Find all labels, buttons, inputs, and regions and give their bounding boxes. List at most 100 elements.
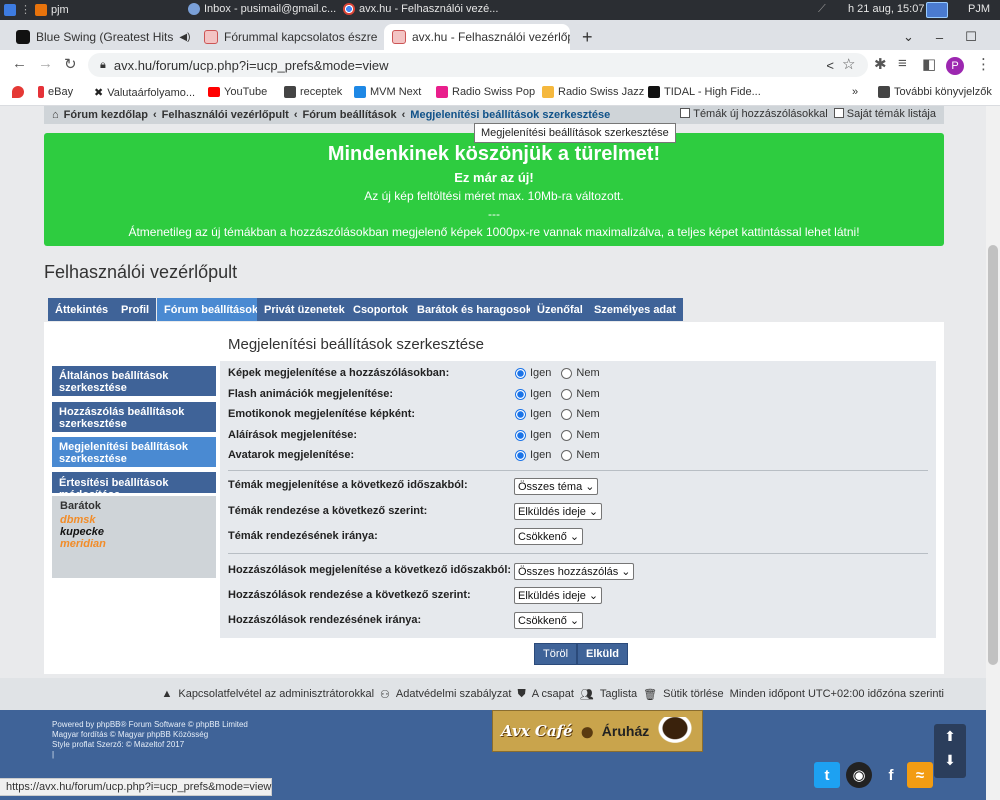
tab-groups[interactable]: Csoportok <box>346 298 415 321</box>
new-tab-button[interactable]: + <box>574 24 601 50</box>
mute-icon[interactable]: ⟋ <box>818 3 826 16</box>
reset-button[interactable]: Töröl <box>534 643 578 665</box>
maps-icon[interactable] <box>12 86 24 98</box>
friend-link[interactable]: kupecke <box>60 526 208 538</box>
tab-forum-feedback[interactable]: Fórummal kapcsolatos észre ✕ <box>196 24 382 50</box>
chevron-down-icon: ⌄ <box>588 506 599 518</box>
menu-icon <box>4 3 16 16</box>
bookmark-ebay[interactable]: eBay <box>38 86 73 98</box>
friend-link[interactable]: meridian <box>60 538 208 550</box>
topic-days-select[interactable]: Összes téma ⌄ <box>514 478 599 495</box>
tab-friends-foes[interactable]: Barátok és haragosok <box>410 298 539 321</box>
bookmark-receptek[interactable]: receptek <box>284 86 342 98</box>
breadcrumb-home[interactable]: Fórum kezdőlap <box>64 109 148 121</box>
profile-avatar[interactable]: P <box>946 57 964 75</box>
maximize-icon[interactable]: ☐ <box>965 29 977 45</box>
radio-yes[interactable] <box>515 408 526 420</box>
footer-link-team[interactable]: A csapat <box>532 688 574 700</box>
chevron-down-icon: ⌄ <box>585 481 595 493</box>
breadcrumb-forum-settings[interactable]: Fórum beállítások <box>302 109 396 121</box>
os-user[interactable]: PJM <box>968 3 990 15</box>
radio-no[interactable] <box>561 408 573 420</box>
bookmark-other[interactable]: További könyvjelzők <box>878 86 992 98</box>
bookmark-swiss-pop[interactable]: Radio Swiss Pop <box>436 86 535 98</box>
radio-yes[interactable] <box>515 429 526 441</box>
radio-no[interactable] <box>561 367 573 379</box>
mvm-icon <box>354 86 366 98</box>
scroll-down-icon[interactable]: ⬇ <box>934 748 966 772</box>
bookmark-youtube[interactable]: YouTube <box>208 86 267 98</box>
radio-yes[interactable] <box>515 367 526 379</box>
footer-link-privacy[interactable]: Adatvédelmi szabályzat <box>396 688 512 700</box>
friend-link[interactable]: dbmsk <box>60 514 208 526</box>
tab-search-icon[interactable]: ⌄ <box>903 29 914 45</box>
radio-no[interactable] <box>561 388 573 400</box>
os-window-chrome[interactable]: avx.hu - Felhasználói vezé... <box>343 3 498 15</box>
tab-personal-data[interactable]: Személyes adat <box>587 298 683 321</box>
address-bar[interactable]: 🔒︎ avx.hu/forum/ucp.php?i=ucp_prefs&mode… <box>88 53 868 77</box>
breadcrumb-ucp[interactable]: Felhasználói vezérlőpult <box>162 109 289 121</box>
scroll-up-icon[interactable]: ⬆ <box>934 724 966 748</box>
os-clock[interactable]: h 21 aug, 15:07 <box>848 3 924 15</box>
bookmarks-overflow[interactable]: » <box>852 86 858 98</box>
forward-icon[interactable]: → <box>38 55 53 72</box>
sidebar-item-notifications[interactable]: Értesítési beállítások módosítása <box>52 472 216 501</box>
post-direction-select[interactable]: Csökkenő ⌄ <box>514 612 584 629</box>
topic-sort-select[interactable]: Elküldés ideje ⌄ <box>514 503 603 520</box>
rss-icon[interactable]: ≈ <box>907 762 933 788</box>
topic-direction-select[interactable]: Csökkenő ⌄ <box>514 528 584 545</box>
cafe-shop-banner[interactable]: Avx Café ● Áruház <box>492 710 703 752</box>
bookmark-star-icon[interactable]: ☆ <box>842 55 855 73</box>
extensions-icon[interactable]: ✱ <box>874 55 887 73</box>
github-icon[interactable]: ◉ <box>846 762 872 788</box>
sidebar-item-posting[interactable]: Hozzászólás beállítások szerkesztése <box>52 402 216 432</box>
post-days-select[interactable]: Összes hozzászólás ⌄ <box>514 563 635 580</box>
media-icon[interactable]: ≡ <box>898 55 907 72</box>
tab-avx-ucp[interactable]: avx.hu - Felhasználói vezérlőp ✕ <box>384 24 570 50</box>
speaker-icon[interactable]: ◀) <box>179 32 190 43</box>
setting-label: Hozzászólások megjelenítése a következő … <box>228 564 512 576</box>
minimize-icon[interactable]: – <box>936 30 943 45</box>
setting-label: Témák rendezése a következő szerint: <box>228 505 428 517</box>
tab-overview[interactable]: Áttekintés <box>48 298 116 321</box>
submit-button[interactable]: Elküld <box>577 643 629 665</box>
scrollbar-thumb[interactable] <box>988 245 998 665</box>
tab-blue-swing[interactable]: Blue Swing (Greatest Hits ◀) ✕ <box>8 24 194 50</box>
tab-profile[interactable]: Profil <box>114 298 157 321</box>
bookmark-mvm[interactable]: MVM Next <box>354 86 421 98</box>
sidebar-item-general[interactable]: Általános beállítások szerkesztése <box>52 366 216 396</box>
menu-kebab-icon[interactable]: ⋮ <box>976 55 991 73</box>
link-own-topics[interactable]: Saját témák listája <box>833 108 936 120</box>
credit-line: | <box>52 750 55 759</box>
breadcrumb-current[interactable]: Megjelenítési beállítások szerkesztése <box>410 109 610 121</box>
radio-yes[interactable] <box>515 449 526 461</box>
radio-group: Igen Nem <box>515 388 600 400</box>
tab-private-messages[interactable]: Privát üzenetek <box>257 298 352 321</box>
raiffeisen-icon: ✖ <box>94 87 104 99</box>
facebook-icon[interactable]: f <box>878 762 904 788</box>
tab-wall[interactable]: Üzenőfal <box>530 298 590 321</box>
tab-forum-settings[interactable]: Fórum beállítások <box>157 298 266 321</box>
footer-link-contact[interactable]: Kapcsolatfelvétel az adminisztrátorokkal <box>178 688 374 700</box>
sidebar-item-display[interactable]: Megjelenítési beállítások szerkesztése <box>52 437 216 467</box>
link-new-posts[interactable]: Témák új hozzászólásokkal <box>680 108 828 120</box>
os-menu[interactable]: ⋮ pjm <box>4 3 69 16</box>
os-tray-chrome[interactable] <box>926 2 948 18</box>
back-icon[interactable]: ← <box>12 55 27 72</box>
radio-icon <box>542 86 554 98</box>
reload-icon[interactable]: ↻ <box>64 55 77 73</box>
bookmark-swiss-jazz[interactable]: Radio Swiss Jazz <box>542 86 644 98</box>
twitter-icon[interactable]: t <box>814 762 840 788</box>
radio-yes-label: Igen <box>530 388 552 400</box>
radio-yes[interactable] <box>515 388 526 400</box>
post-sort-select[interactable]: Elküldés ideje ⌄ <box>514 587 603 604</box>
bookmark-tidal[interactable]: TIDAL - High Fide... <box>648 86 761 98</box>
sidepanel-icon[interactable]: ◧ <box>922 55 936 73</box>
footer-link-members[interactable]: Taglista <box>600 688 637 700</box>
radio-no[interactable] <box>561 449 573 461</box>
bookmark-valuta[interactable]: ✖ Valutaárfolyamo... <box>94 86 195 100</box>
footer-link-cookies[interactable]: Sütik törlése <box>663 688 724 700</box>
os-window-gmail[interactable]: Inbox - pusimail@gmail.c... <box>188 3 336 15</box>
radio-no[interactable] <box>561 429 573 441</box>
share-icon[interactable]: < <box>826 58 834 73</box>
